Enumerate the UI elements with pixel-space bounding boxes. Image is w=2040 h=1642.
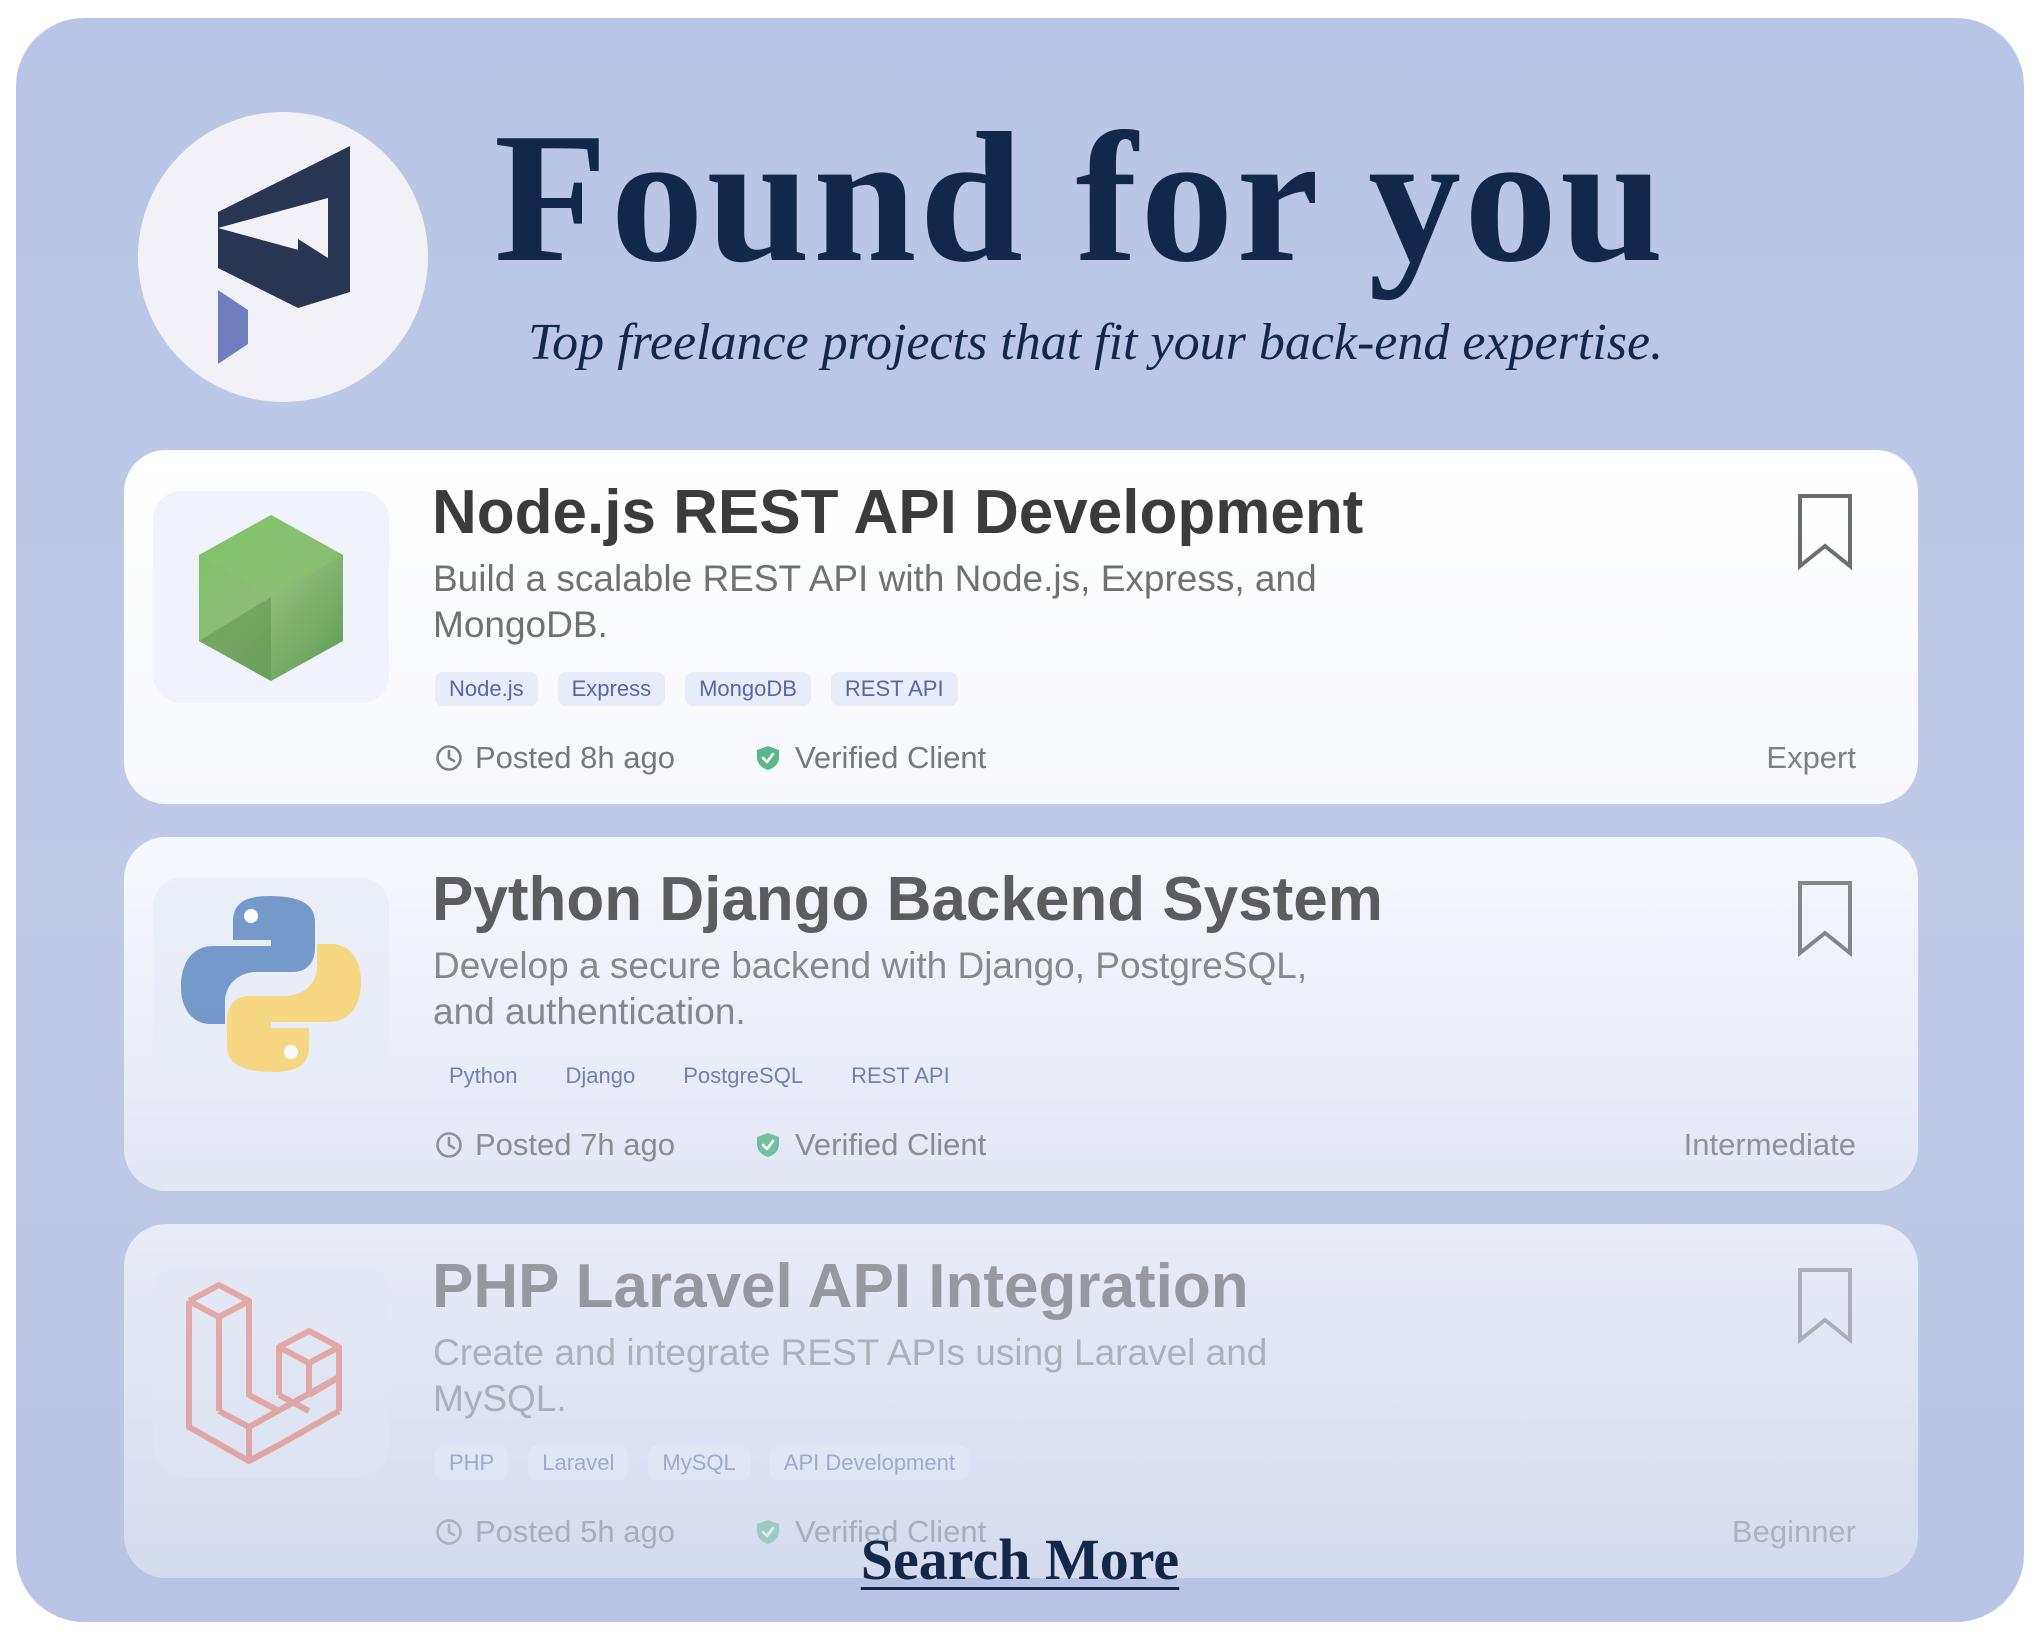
tag[interactable]: API Development	[769, 1446, 969, 1480]
project-description: Develop a secure backend with Django, Po…	[433, 945, 1308, 1032]
page-title: Found for you	[494, 95, 1667, 301]
project-icon-tile	[153, 491, 389, 703]
nodejs-icon	[199, 515, 343, 681]
tag[interactable]: Python	[435, 1059, 532, 1093]
tag[interactable]: Django	[551, 1059, 650, 1093]
project-card[interactable]: Node.js REST API Development Build a sca…	[124, 450, 1918, 804]
tag-list: PHP Laravel MySQL API Development	[435, 1446, 969, 1480]
bookmark-button[interactable]	[1796, 492, 1854, 570]
bookmark-icon	[1798, 1268, 1852, 1344]
project-description: Build a scalable REST API with Node.js, …	[433, 558, 1317, 645]
bookmark-button[interactable]	[1796, 1266, 1854, 1344]
posted-time: Posted 7h ago	[475, 1127, 675, 1162]
project-meta: Posted 7h ago Verified Client	[435, 1121, 986, 1169]
posted-time: Posted 8h ago	[475, 740, 675, 775]
tag[interactable]: REST API	[837, 1059, 964, 1093]
verified-client-label: Verified Client	[794, 1127, 987, 1162]
brand-logo	[138, 112, 428, 402]
project-title[interactable]: Python Django Backend System	[432, 861, 1383, 939]
bookmark-icon	[1798, 881, 1852, 957]
project-meta: Posted 8h ago Verified Client	[435, 734, 986, 782]
shield-check-icon	[755, 744, 781, 772]
experience-level: Intermediate	[1683, 1127, 1856, 1162]
bookmark-icon	[1798, 494, 1852, 570]
python-icon	[181, 896, 361, 1072]
project-card[interactable]: Python Django Backend System Develop a s…	[124, 837, 1918, 1191]
brand-logo-icon	[218, 146, 350, 364]
bookmark-button[interactable]	[1796, 879, 1854, 957]
tag-list: Python Django PostgreSQL REST API	[435, 1059, 964, 1093]
tag[interactable]: PostgreSQL	[669, 1059, 818, 1093]
verified-client-label: Verified Client	[794, 740, 987, 775]
project-icon-tile	[153, 878, 389, 1090]
project-icon-tile	[153, 1265, 389, 1477]
tag[interactable]: MySQL	[648, 1446, 750, 1480]
page-subtitle: Top freelance projects that fit your bac…	[528, 314, 1664, 371]
tag-list: Node.js Express MongoDB REST API	[435, 672, 958, 706]
tag[interactable]: MongoDB	[685, 672, 811, 706]
laravel-icon	[186, 1282, 342, 1464]
project-title[interactable]: PHP Laravel API Integration	[432, 1248, 1249, 1326]
experience-level: Expert	[1766, 740, 1856, 775]
clock-icon	[435, 744, 463, 772]
tag[interactable]: Express	[557, 672, 666, 706]
project-description: Create and integrate REST APIs using Lar…	[433, 1332, 1268, 1419]
project-title[interactable]: Node.js REST API Development	[432, 474, 1363, 552]
tag[interactable]: PHP	[435, 1446, 509, 1480]
tag[interactable]: REST API	[830, 672, 958, 706]
clock-icon	[435, 1131, 463, 1159]
tag[interactable]: Node.js	[435, 672, 538, 706]
tag[interactable]: Laravel	[528, 1446, 629, 1480]
search-more-link[interactable]: Search More	[0, 1524, 2040, 1596]
shield-check-icon	[755, 1131, 781, 1159]
